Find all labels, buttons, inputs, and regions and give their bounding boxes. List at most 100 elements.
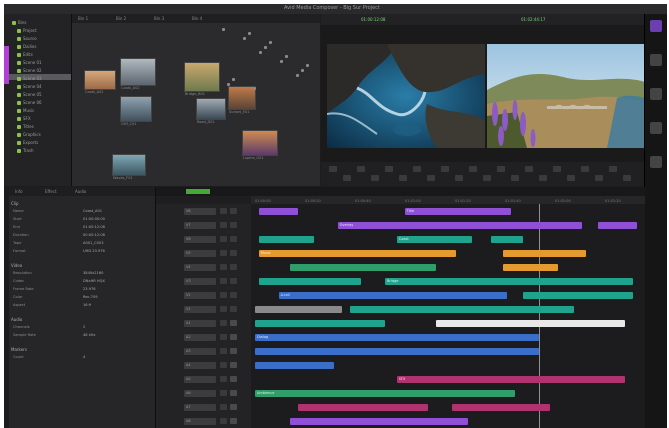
track-lock-button[interactable] [220,376,227,382]
track-header[interactable]: A4 [184,362,216,369]
inspector-tab[interactable]: Effect [45,189,57,194]
timeline-clip[interactable]: Music [258,250,456,257]
track-mute-button[interactable] [230,292,237,298]
timeline-clip[interactable] [290,264,437,271]
transport-button[interactable] [483,175,491,181]
track-lock-button[interactable] [220,418,227,424]
rail-tool-icon[interactable] [650,54,662,66]
track-mute-button[interactable] [230,362,237,368]
transport-button[interactable] [567,175,575,181]
track-header[interactable]: V8 [184,208,216,215]
bin-item[interactable]: Scene 06 [17,100,42,106]
track-header[interactable]: V4 [184,264,216,271]
track-mute-button[interactable] [230,264,237,270]
bin-item[interactable]: Dailies [17,44,36,50]
bin-item[interactable]: Scene 05 [17,92,42,98]
track-lock-button[interactable] [220,362,227,368]
record-monitor[interactable] [487,44,645,148]
clip-thumbnail[interactable]: Cliff_C01 [120,96,152,126]
timeline-clip[interactable] [254,320,385,327]
transport-button[interactable] [427,175,435,181]
source-monitor[interactable] [327,44,485,148]
timeline-clip[interactable] [349,306,575,313]
bin-item[interactable]: Scene 04 [17,84,42,90]
transport-button[interactable] [343,175,351,181]
transport-button[interactable] [511,175,519,181]
transport-button[interactable] [497,166,505,172]
clip-thumbnail[interactable]: Coast_A01 [84,70,116,94]
track-header[interactable]: V7 [184,222,216,229]
bin-item[interactable]: Graphics [17,132,41,138]
transport-button[interactable] [539,175,547,181]
inspector-section-title[interactable]: Markers [11,347,27,352]
timeline-clip[interactable] [254,348,539,355]
timeline-clip[interactable] [451,404,551,411]
rail-tool-icon[interactable] [650,122,662,134]
clip-thumbnail[interactable]: Sunset_E01 [228,86,256,114]
timeline-clip[interactable] [290,418,468,425]
clip-thumbnail[interactable]: Waves_F01 [112,154,146,180]
track-mute-button[interactable] [230,320,237,326]
track-lock-button[interactable] [220,222,227,228]
track-mute-button[interactable] [230,236,237,242]
timeline-clip[interactable] [298,404,429,411]
bin-item[interactable]: Scene 03 [17,76,42,82]
transport-button[interactable] [553,166,561,172]
track-header[interactable]: V1 [184,306,216,313]
bin-item[interactable]: Project [17,28,37,34]
inspector-tab[interactable]: Info [15,189,23,194]
transport-button[interactable] [595,175,603,181]
track-header[interactable]: V6 [184,236,216,243]
rail-tool-icon[interactable] [650,20,662,32]
timeline-clip[interactable]: Coast [396,236,472,243]
bin-item[interactable]: Scene 01 [17,60,42,66]
transport-button[interactable] [385,166,393,172]
track-mute-button[interactable] [230,334,237,340]
track-header[interactable]: A7 [184,404,216,411]
transport-button[interactable] [455,175,463,181]
transport-button[interactable] [623,175,631,181]
clip-thumbnail[interactable]: Lupine_G01 [242,130,278,160]
transport-button[interactable] [609,166,617,172]
inspector-section-title[interactable]: Video [11,263,22,268]
bin-item[interactable]: Scene 02 [17,68,42,74]
transport-button[interactable] [441,166,449,172]
track-mute-button[interactable] [230,376,237,382]
track-lock-button[interactable] [220,278,227,284]
timeline-clip[interactable]: A-roll [278,292,508,299]
track-mute-button[interactable] [230,306,237,312]
track-mute-button[interactable] [230,278,237,284]
clip-thumbnail[interactable]: Bridge_B01 [184,62,220,96]
track-mute-button[interactable] [230,222,237,228]
transport-button[interactable] [413,166,421,172]
timeline-clip[interactable] [503,264,559,271]
inspector-section-title[interactable]: Clip [11,201,19,206]
track-header[interactable]: V3 [184,278,216,285]
timeline-clip[interactable] [503,250,586,257]
bin-item[interactable]: Titles [17,124,34,130]
timeline-clip[interactable] [597,222,638,229]
track-header[interactable]: A3 [184,348,216,355]
transport-button[interactable] [371,175,379,181]
timeline-clip[interactable] [491,236,523,243]
transport-button[interactable] [581,166,589,172]
timeline-clip[interactable] [258,208,299,215]
browser-tab[interactable]: Bin 4 [192,16,202,21]
bin-item[interactable]: Music [17,108,34,114]
track-lock-button[interactable] [220,264,227,270]
track-mute-button[interactable] [230,250,237,256]
bin-item[interactable]: Bins [12,20,26,26]
timeline-clip[interactable]: Overlay [337,222,582,229]
track-lock-button[interactable] [220,334,227,340]
transport-button[interactable] [329,166,337,172]
transport-button[interactable] [399,175,407,181]
timeline-clip[interactable] [258,236,315,243]
track-lock-button[interactable] [220,306,227,312]
timeline-clip[interactable]: Title [404,208,512,215]
bin-item[interactable]: Trash [17,148,34,154]
playhead[interactable] [539,204,540,428]
bin-item[interactable]: Exports [17,140,38,146]
timeline-clip[interactable] [254,362,334,369]
timeline-clip[interactable] [258,278,362,285]
track-lock-button[interactable] [220,390,227,396]
